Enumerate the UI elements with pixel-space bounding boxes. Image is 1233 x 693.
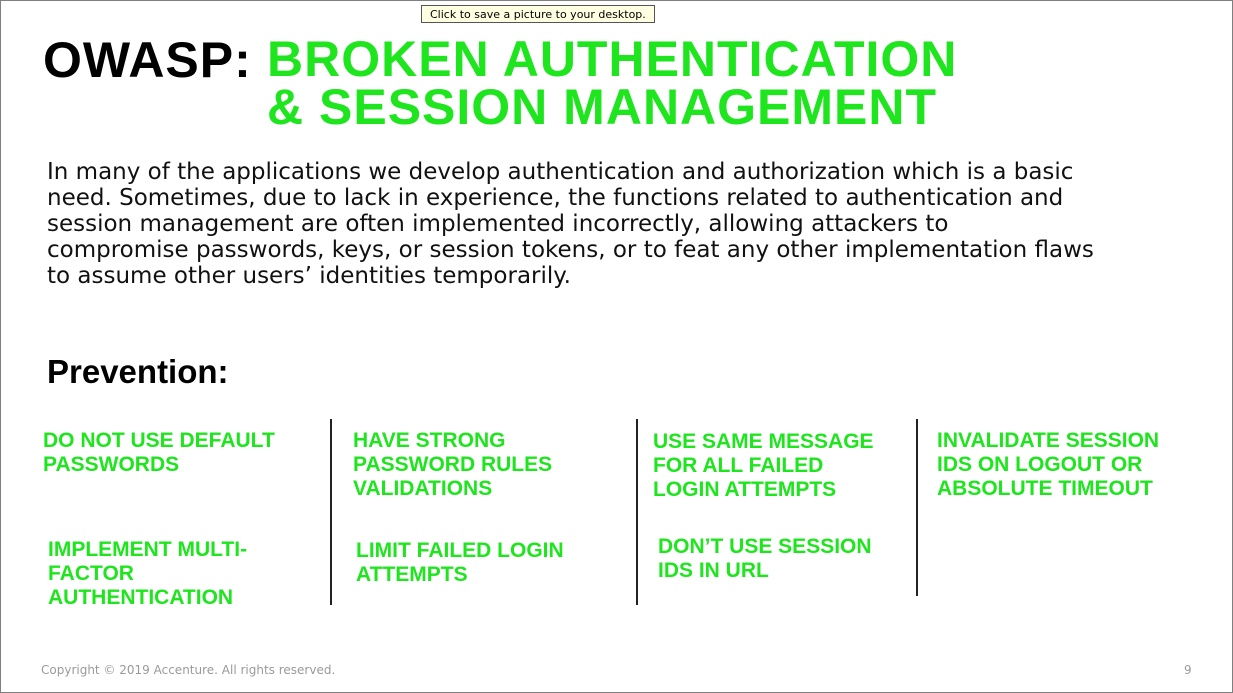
title-line-2: & SESSION MANAGEMENT <box>267 79 938 135</box>
item-line: VALIDATIONS <box>353 477 493 500</box>
item-line: ABSOLUTE TIMEOUT <box>937 477 1153 500</box>
item-line: PASSWORDS <box>43 453 180 476</box>
item-line: DON’T USE SESSION <box>658 535 872 558</box>
body-line: to assume other users’ identities tempor… <box>47 263 571 289</box>
body-line: session management are often implemented… <box>47 211 949 237</box>
slide[interactable]: OWASP: BROKEN AUTHENTICATION & SESSION M… <box>0 0 1233 693</box>
prevention-item-default-passwords: DO NOT USE DEFAULT PASSWORDS <box>43 429 275 477</box>
title-prefix: OWASP: <box>43 32 252 88</box>
body-line: need. Sometimes, due to lack in experien… <box>47 185 1064 211</box>
save-picture-tooltip: Click to save a picture to your desktop. <box>421 5 655 23</box>
title-line-1: BROKEN AUTHENTICATION <box>267 31 958 87</box>
item-line: LOGIN ATTEMPTS <box>653 478 837 501</box>
prevention-item-strong-password: HAVE STRONG PASSWORD RULES VALIDATIONS <box>353 429 552 501</box>
item-line: IDS IN URL <box>658 559 769 582</box>
item-line: PASSWORD RULES <box>353 453 553 476</box>
body-line: compromise passwords, keys, or session t… <box>47 237 1094 263</box>
body-line: In many of the applications we develop a… <box>47 159 1074 185</box>
item-line: FOR ALL FAILED <box>653 454 824 477</box>
prevention-item-multi-factor: IMPLEMENT MULTI- FACTOR AUTHENTICATION <box>48 538 247 610</box>
column-divider <box>916 419 918 596</box>
copyright-footer: Copyright © 2019 Accenture. All rights r… <box>41 663 336 677</box>
item-line: IDS ON LOGOUT OR <box>937 453 1143 476</box>
item-line: IMPLEMENT MULTI- <box>48 538 248 561</box>
body-paragraph: In many of the applications we develop a… <box>47 159 1187 289</box>
prevention-item-invalidate-session: INVALIDATE SESSION IDS ON LOGOUT OR ABSO… <box>937 429 1159 501</box>
item-line: INVALIDATE SESSION <box>937 429 1160 452</box>
page-number: 9 <box>1184 663 1192 677</box>
slide-title: BROKEN AUTHENTICATION & SESSION MANAGEME… <box>267 31 958 135</box>
item-line: AUTHENTICATION <box>48 586 234 609</box>
item-line: HAVE STRONG <box>353 429 506 452</box>
column-divider <box>330 419 332 605</box>
item-line: ATTEMPTS <box>356 563 468 586</box>
prevention-item-limit-failed-login: LIMIT FAILED LOGIN ATTEMPTS <box>356 539 564 587</box>
column-divider <box>636 419 638 605</box>
item-line: LIMIT FAILED LOGIN <box>356 539 564 562</box>
item-line: USE SAME MESSAGE <box>653 430 874 453</box>
item-line: DO NOT USE DEFAULT <box>43 429 275 452</box>
prevention-item-same-message: USE SAME MESSAGE FOR ALL FAILED LOGIN AT… <box>653 430 874 502</box>
item-line: FACTOR <box>48 562 134 585</box>
prevention-heading: Prevention: <box>47 353 229 390</box>
prevention-item-session-ids-url: DON’T USE SESSION IDS IN URL <box>658 535 872 583</box>
